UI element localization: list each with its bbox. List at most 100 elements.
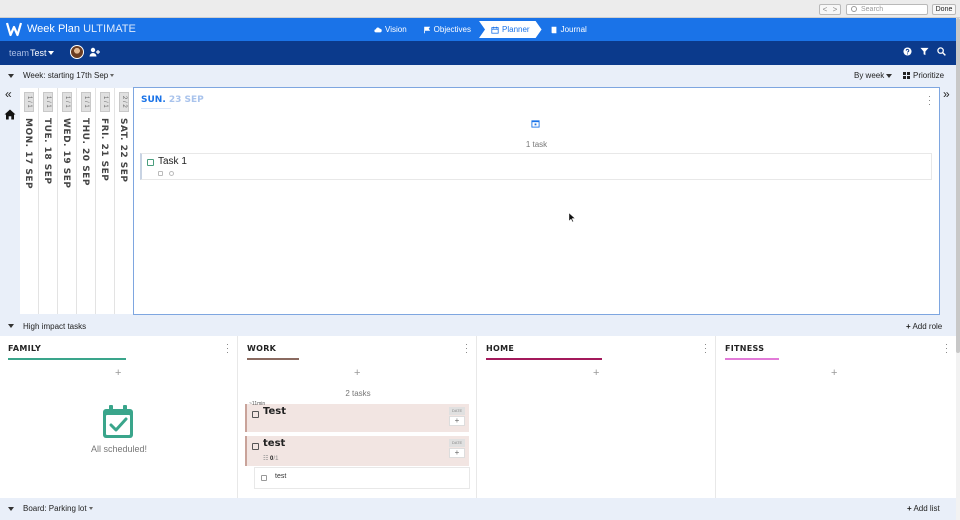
tab-journal-label: Journal xyxy=(560,25,587,34)
chevron-down-icon xyxy=(88,507,93,511)
add-subtask-button[interactable]: + xyxy=(449,416,465,426)
chevron-down-icon xyxy=(110,74,115,78)
subtask-checkbox[interactable] xyxy=(261,475,267,481)
previous-week-button[interactable]: « xyxy=(5,88,12,100)
help-icon[interactable] xyxy=(903,47,912,56)
team-selector[interactable]: Test xyxy=(30,48,47,58)
task-checkbox[interactable] xyxy=(252,443,259,450)
tab-planner-label: Planner xyxy=(502,25,530,34)
day-task-count: 1 / 1 xyxy=(81,92,91,112)
task-title[interactable]: test xyxy=(263,438,285,449)
repeat-icon[interactable] xyxy=(169,171,174,176)
add-task-button[interactable]: + xyxy=(593,367,599,379)
day-column-fri[interactable]: 1 / 1 FRI. 21 SEP xyxy=(96,88,115,314)
week-selector[interactable]: Week: starting 17th Sep xyxy=(23,71,115,80)
subtask-progress: ☷ 0/1 xyxy=(263,456,279,462)
task-card[interactable]: test DATE + ☷ 0/1 xyxy=(245,436,469,466)
app-root: < > Search Done Week Plan ULTIMATE Visio… xyxy=(0,0,960,520)
subtask-item[interactable]: test xyxy=(254,467,470,489)
kebab-menu-icon[interactable]: · · · xyxy=(465,340,468,357)
collapse-high-impact-toggle[interactable] xyxy=(8,324,14,328)
home-icon[interactable] xyxy=(4,109,16,120)
day-column-thu[interactable]: 1 / 1 THU. 20 SEP xyxy=(77,88,96,314)
role-title[interactable]: FAMILY xyxy=(8,344,41,353)
high-impact-toolbar: High impact tasks + Add role xyxy=(0,318,956,336)
scrollbar-thumb[interactable] xyxy=(956,18,960,353)
week-plan-logo-icon[interactable] xyxy=(6,21,22,37)
forward-button[interactable]: > xyxy=(830,5,840,14)
search-icon xyxy=(851,6,857,12)
tab-vision[interactable]: Vision xyxy=(366,21,415,38)
date-button[interactable]: DATE xyxy=(449,407,465,415)
search-icon[interactable] xyxy=(937,47,946,56)
role-title[interactable]: WORK xyxy=(247,344,276,353)
subtask-progress-done: 0 xyxy=(270,456,274,462)
role-fitness: FITNESS · · · + xyxy=(717,336,956,498)
calendar-icon[interactable] xyxy=(531,119,540,128)
add-subtask-button[interactable]: + xyxy=(449,448,465,458)
kebab-menu-icon[interactable]: · · · xyxy=(928,92,931,109)
day-column-sun[interactable]: SUN. 23 SEP · · · 1 task Task 1 xyxy=(133,87,940,315)
kebab-menu-icon[interactable]: · · · xyxy=(226,340,229,357)
browser-search-placeholder: Search xyxy=(861,6,884,13)
page-scrollbar[interactable] xyxy=(956,18,960,520)
book-icon xyxy=(551,26,556,33)
prioritize-button[interactable]: Prioritize xyxy=(903,71,944,80)
collapse-week-toggle[interactable] xyxy=(8,74,14,78)
add-task-button[interactable]: + xyxy=(354,367,360,379)
role-color-bar xyxy=(247,358,299,360)
next-week-button[interactable]: » xyxy=(943,88,950,100)
tab-objectives[interactable]: Objectives xyxy=(415,21,479,38)
role-title[interactable]: HOME xyxy=(486,344,514,353)
task-card[interactable]: Task 1 xyxy=(140,153,932,180)
add-list-button[interactable]: + Add list xyxy=(907,504,940,513)
add-role-button[interactable]: + Add role xyxy=(906,322,942,331)
header-actions xyxy=(903,47,946,56)
kebab-menu-icon[interactable]: · · · xyxy=(704,340,707,357)
board-selector[interactable]: Board: Parking lot xyxy=(23,504,93,513)
day-column-tue[interactable]: 1 / 1 TUE. 18 SEP xyxy=(39,88,58,314)
day-column-wed[interactable]: 1 / 1 WED. 19 SEP xyxy=(58,88,77,314)
add-user-icon[interactable] xyxy=(89,47,100,57)
chevron-down-icon[interactable] xyxy=(48,51,54,55)
role-title[interactable]: FITNESS xyxy=(725,344,764,353)
date-button[interactable]: DATE xyxy=(449,439,465,447)
tab-planner[interactable]: Planner xyxy=(479,21,542,38)
day-name: THU. 20 SEP xyxy=(80,118,90,186)
task-card[interactable]: ~11min Test DATE + xyxy=(245,401,469,432)
view-mode-selector[interactable]: By week xyxy=(854,71,893,80)
notes-icon[interactable] xyxy=(158,171,163,176)
avatar[interactable] xyxy=(70,45,84,59)
done-button[interactable]: Done xyxy=(932,4,956,15)
kebab-menu-icon[interactable]: · · · xyxy=(945,340,948,357)
app-brand: Week Plan ULTIMATE xyxy=(27,23,136,35)
day-header: SUN. 23 SEP xyxy=(141,95,204,105)
day-column-mon[interactable]: 1 / 1 MON. 17 SEP xyxy=(20,88,39,314)
cloud-icon xyxy=(374,27,382,32)
add-task-button[interactable]: + xyxy=(115,367,121,379)
board-toolbar: Board: Parking lot + Add list xyxy=(0,498,956,520)
task-checkbox[interactable] xyxy=(147,159,154,166)
add-task-button[interactable]: + xyxy=(831,367,837,379)
calendar-icon xyxy=(491,26,499,34)
plus-icon: + xyxy=(907,504,912,513)
subtask-text[interactable]: test xyxy=(275,473,286,480)
task-title[interactable]: Test xyxy=(263,406,286,417)
filter-icon[interactable] xyxy=(920,47,929,56)
day-name: MON. 17 SEP xyxy=(23,118,33,190)
tab-objectives-label: Objectives xyxy=(433,25,472,34)
role-color-bar xyxy=(725,358,779,360)
week-label: Week: starting 17th Sep xyxy=(23,71,109,80)
day-column-sat[interactable]: 2 / 2 SAT. 22 SEP xyxy=(115,88,134,314)
day-task-count: 1 / 1 xyxy=(43,92,53,112)
add-role-label: Add role xyxy=(912,322,943,331)
task-title[interactable]: Task 1 xyxy=(158,156,187,167)
back-button[interactable]: < xyxy=(820,5,830,14)
day-date: 23 SEP xyxy=(168,95,204,105)
tab-journal[interactable]: Journal xyxy=(542,21,595,38)
browser-search-input[interactable]: Search xyxy=(846,4,928,15)
collapse-board-toggle[interactable] xyxy=(8,507,14,511)
task-checkbox[interactable] xyxy=(252,411,259,418)
role-family: FAMILY · · · + All scheduled! xyxy=(0,336,238,498)
day-name: SUN. xyxy=(141,95,166,105)
